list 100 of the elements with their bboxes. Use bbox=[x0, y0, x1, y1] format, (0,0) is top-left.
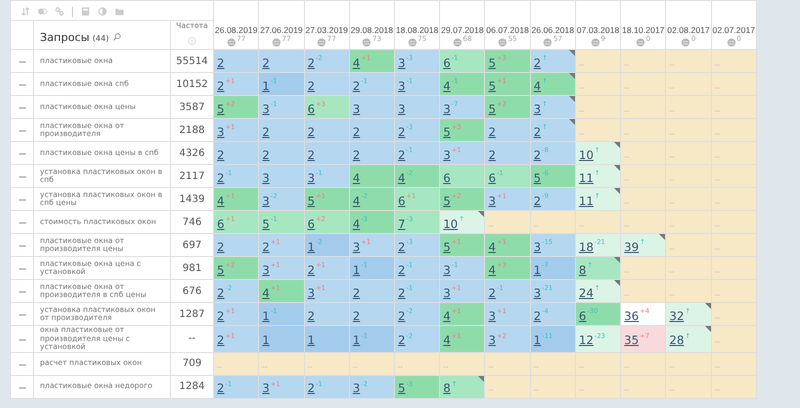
position-link[interactable]: 2 bbox=[352, 308, 360, 322]
position-link[interactable]: 36 bbox=[624, 308, 639, 322]
position-link[interactable]: 6 bbox=[308, 102, 315, 116]
position-link[interactable]: 3 bbox=[262, 102, 270, 116]
position-link[interactable]: 3 bbox=[534, 240, 541, 254]
position-link[interactable]: 2 bbox=[534, 56, 541, 70]
position-link[interactable]: 5 bbox=[398, 381, 406, 395]
position-link[interactable]: 4 bbox=[352, 170, 360, 184]
calculator-icon[interactable] bbox=[81, 7, 90, 16]
position-link[interactable]: 4 bbox=[262, 286, 270, 300]
position-link[interactable]: 39 bbox=[624, 240, 639, 254]
position-link[interactable]: 4 bbox=[398, 170, 406, 184]
position-link[interactable]: 4 bbox=[443, 308, 451, 322]
position-link[interactable]: 2 bbox=[217, 170, 224, 184]
link-icon[interactable] bbox=[55, 7, 64, 16]
position-link[interactable]: 1 bbox=[308, 240, 315, 254]
position-link[interactable]: 2 bbox=[308, 124, 315, 138]
position-link[interactable]: 6 bbox=[443, 56, 451, 70]
position-link[interactable]: 6 bbox=[217, 216, 224, 230]
position-link[interactable]: 6 bbox=[488, 170, 496, 184]
folder-icon[interactable] bbox=[115, 7, 124, 16]
position-link[interactable]: 1 bbox=[262, 308, 270, 322]
position-link[interactable]: 3 bbox=[308, 170, 315, 184]
position-link[interactable]: 1 bbox=[262, 78, 270, 92]
position-link[interactable]: 2 bbox=[534, 308, 541, 322]
position-link[interactable]: 2 bbox=[308, 308, 315, 322]
position-link[interactable]: 3 bbox=[352, 381, 360, 395]
search-icon[interactable] bbox=[112, 32, 121, 40]
position-link[interactable]: 2 bbox=[262, 56, 270, 70]
position-link[interactable]: 5 bbox=[488, 78, 496, 92]
position-link[interactable]: 2 bbox=[352, 286, 360, 300]
position-link[interactable]: 3 bbox=[488, 308, 496, 322]
position-link[interactable]: 3 bbox=[352, 240, 360, 254]
minus-icon[interactable] bbox=[18, 199, 26, 202]
position-link[interactable]: 2 bbox=[262, 240, 270, 254]
position-link[interactable]: 2 bbox=[217, 333, 224, 348]
position-link[interactable]: 5 bbox=[217, 262, 224, 276]
position-link[interactable]: 3 bbox=[217, 124, 224, 138]
position-link[interactable]: 2 bbox=[488, 124, 496, 138]
position-link[interactable]: 32 bbox=[669, 308, 684, 322]
position-link[interactable]: 2 bbox=[398, 286, 406, 300]
position-link[interactable]: 5 bbox=[217, 102, 224, 116]
position-link[interactable]: 3 bbox=[443, 286, 451, 300]
position-link[interactable]: 1 bbox=[262, 333, 270, 348]
position-link[interactable]: 5 bbox=[262, 216, 270, 230]
position-link[interactable]: 3 bbox=[398, 102, 406, 116]
position-link[interactable]: 3 bbox=[308, 286, 315, 300]
position-link[interactable]: 2 bbox=[398, 333, 406, 348]
position-link[interactable]: 4 bbox=[488, 240, 496, 254]
minus-icon[interactable] bbox=[18, 291, 26, 294]
position-link[interactable]: 2 bbox=[398, 240, 406, 254]
position-link[interactable]: 3 bbox=[488, 333, 496, 348]
position-link[interactable]: 2 bbox=[308, 381, 315, 395]
position-link[interactable]: 4 bbox=[352, 56, 360, 70]
position-link[interactable]: 10 bbox=[578, 148, 594, 162]
position-link[interactable]: 2 bbox=[308, 148, 315, 162]
position-link[interactable]: 2 bbox=[488, 286, 496, 300]
position-link[interactable]: 3 bbox=[352, 102, 360, 116]
position-link[interactable]: 6 bbox=[308, 216, 315, 230]
minus-icon[interactable] bbox=[18, 107, 26, 110]
position-link[interactable]: 2 bbox=[217, 308, 224, 322]
minus-icon[interactable] bbox=[18, 84, 26, 86]
position-link[interactable]: 3 bbox=[262, 170, 270, 184]
sort-icon[interactable] bbox=[21, 7, 30, 16]
minus-icon[interactable] bbox=[18, 338, 26, 341]
position-link[interactable]: 2 bbox=[398, 124, 406, 138]
minus-icon[interactable] bbox=[18, 268, 26, 270]
position-link[interactable]: 2 bbox=[217, 56, 224, 70]
minus-icon[interactable] bbox=[18, 386, 26, 389]
position-link[interactable]: 6 bbox=[443, 170, 451, 184]
position-link[interactable]: 5 bbox=[534, 170, 541, 184]
minus-icon[interactable] bbox=[18, 130, 26, 132]
position-link[interactable]: 2 bbox=[534, 124, 541, 138]
position-link[interactable]: 2 bbox=[488, 148, 496, 162]
position-link[interactable]: 2 bbox=[534, 194, 541, 208]
position-link[interactable]: 2 bbox=[262, 148, 270, 162]
contrast-icon[interactable] bbox=[98, 7, 107, 16]
position-link[interactable]: 3 bbox=[443, 262, 451, 276]
position-link[interactable]: 5 bbox=[488, 56, 496, 70]
position-link[interactable]: 18 bbox=[578, 240, 594, 254]
position-link[interactable]: 1 bbox=[534, 333, 541, 348]
position-link[interactable]: 4 bbox=[352, 194, 360, 208]
position-link[interactable]: 2 bbox=[217, 148, 224, 162]
position-link[interactable]: 11 bbox=[578, 170, 594, 184]
position-link[interactable]: 3 bbox=[443, 102, 451, 116]
position-link[interactable]: 1 bbox=[352, 333, 360, 348]
position-link[interactable]: 2 bbox=[217, 381, 224, 395]
position-link[interactable]: 5 bbox=[488, 102, 496, 116]
position-link[interactable]: 28 bbox=[669, 333, 684, 348]
position-link[interactable]: 2 bbox=[398, 262, 406, 276]
position-link[interactable]: 5 bbox=[443, 124, 451, 138]
position-link[interactable]: 8 bbox=[443, 381, 451, 395]
position-link[interactable]: 2 bbox=[308, 262, 315, 276]
position-link[interactable]: 5 bbox=[443, 194, 451, 208]
position-link[interactable]: 11 bbox=[578, 194, 594, 208]
position-link[interactable]: 2 bbox=[217, 78, 224, 92]
position-link[interactable]: 24 bbox=[578, 286, 594, 300]
position-link[interactable]: 2 bbox=[534, 148, 541, 162]
position-link[interactable]: 2 bbox=[398, 148, 406, 162]
position-link[interactable]: 3 bbox=[262, 381, 270, 395]
